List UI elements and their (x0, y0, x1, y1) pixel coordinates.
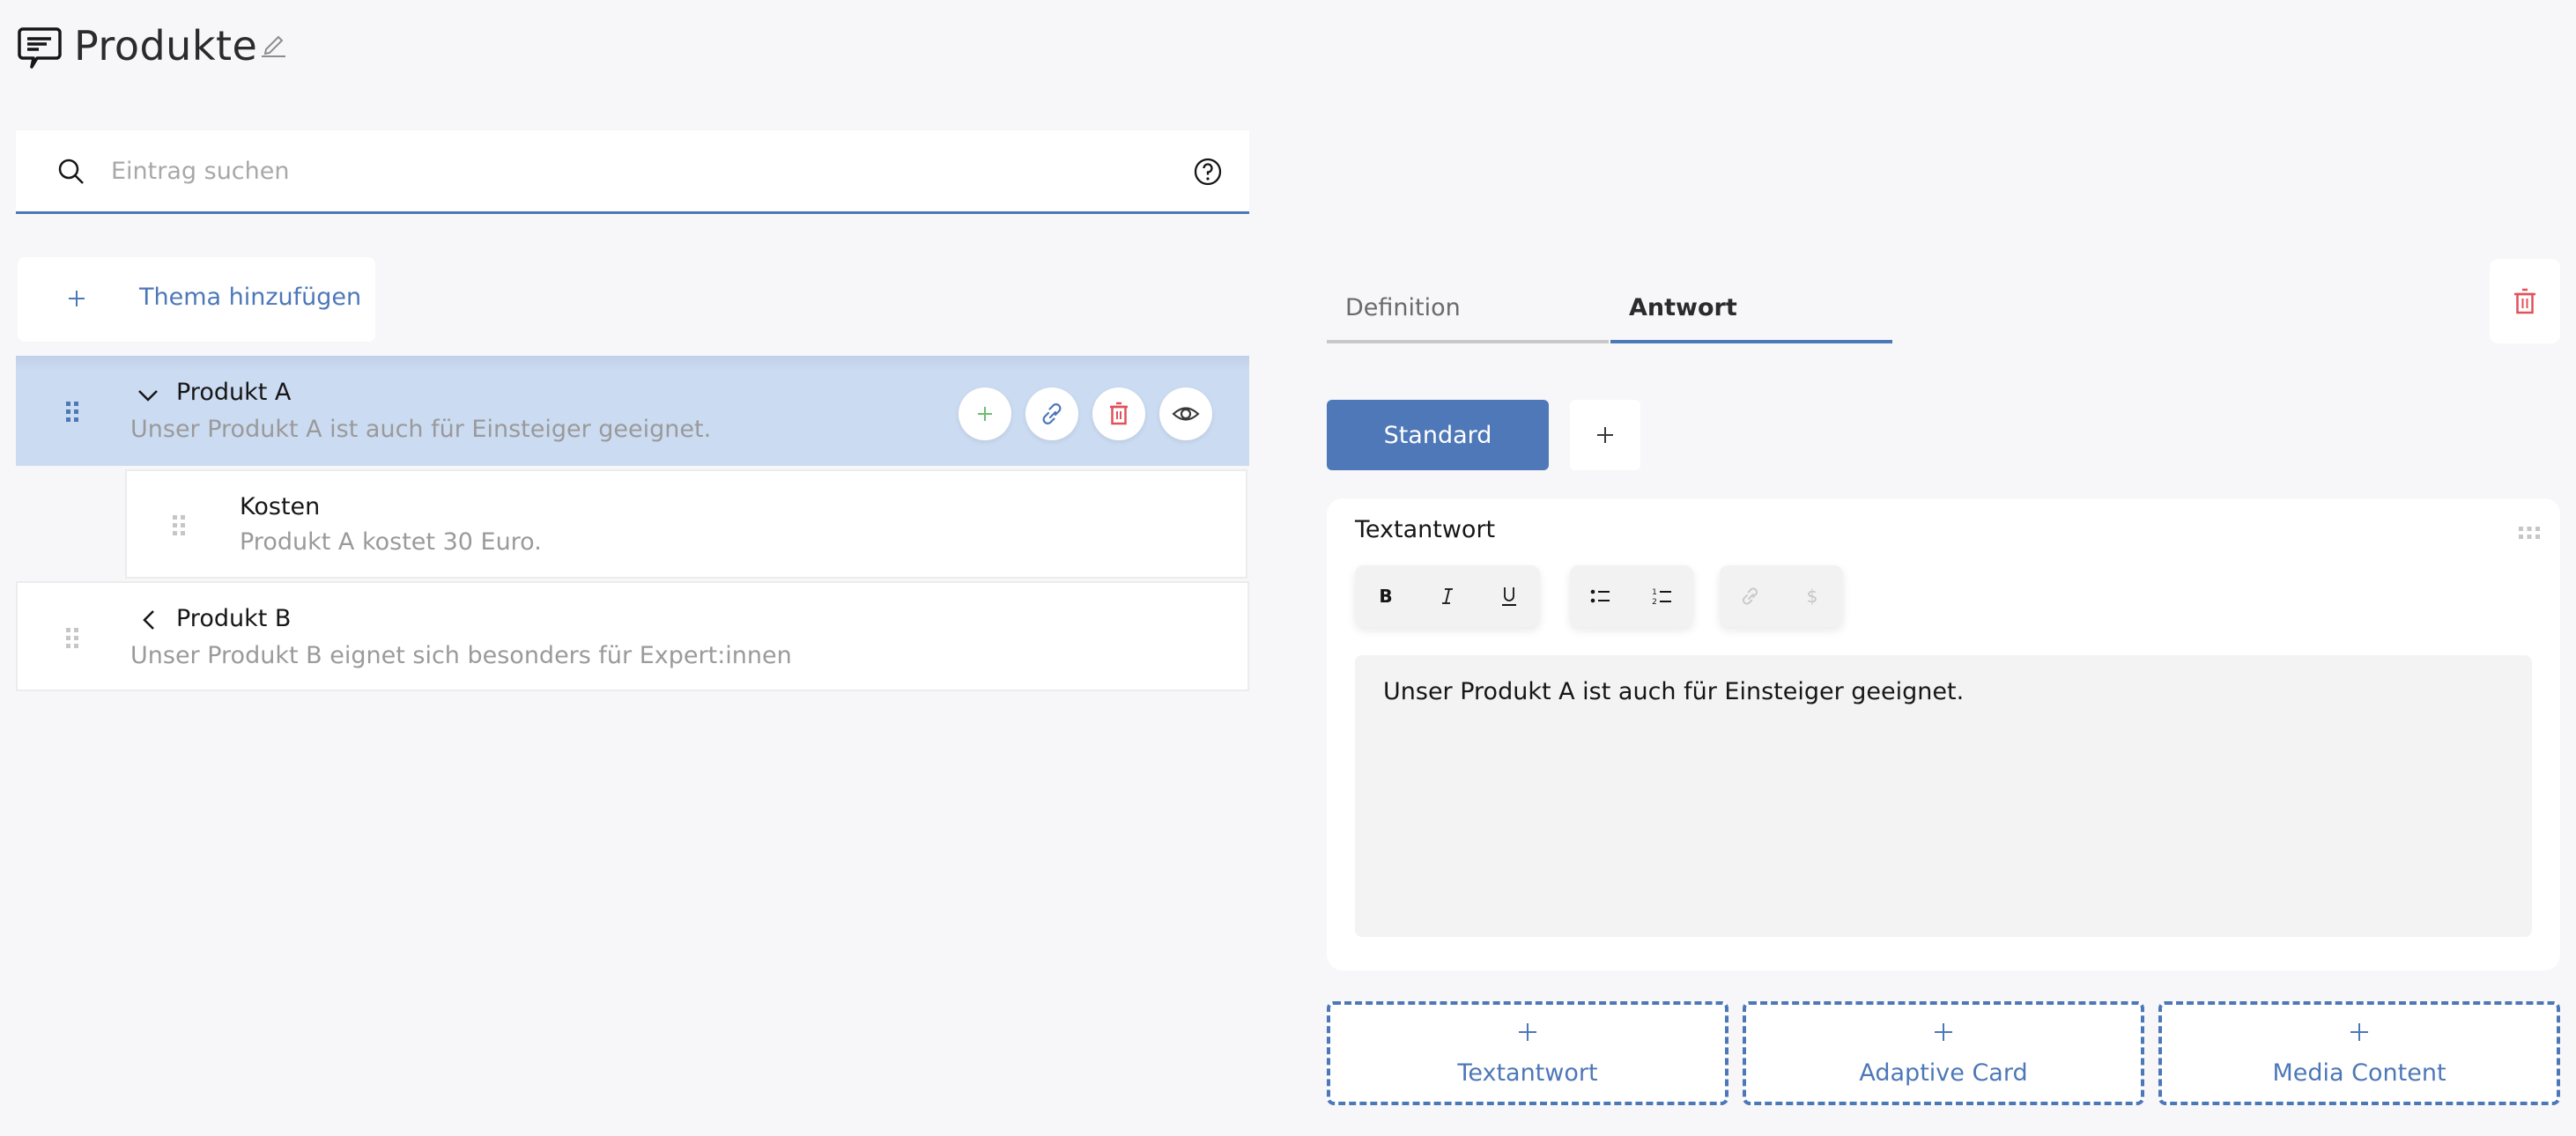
trash-icon (1110, 402, 1128, 425)
chevron-left-icon[interactable] (136, 607, 162, 633)
tab-definition[interactable]: Definition (1327, 287, 1609, 343)
tree-item-description: Unser Produkt B eignet sich besonders fü… (130, 642, 792, 669)
page-title: Produkte (74, 22, 258, 70)
tab-label: Antwort (1629, 294, 1737, 321)
drag-handle-icon[interactable] (64, 400, 80, 424)
underline-button[interactable] (1478, 565, 1540, 627)
italic-icon (1442, 588, 1453, 604)
svg-text:1: 1 (1652, 588, 1657, 597)
pencil-icon[interactable] (259, 32, 287, 58)
drag-handle-icon[interactable] (64, 626, 80, 651)
chat-bubble-icon (18, 26, 62, 69)
search-bar (16, 130, 1249, 214)
add-child-button[interactable] (959, 387, 1011, 440)
tab-antwort[interactable]: Antwort (1610, 287, 1892, 343)
tab-indicator (1327, 340, 1609, 343)
numbered-list-icon: 12 (1652, 588, 1671, 607)
link-button[interactable] (1025, 387, 1078, 440)
chevron-down-icon[interactable] (135, 382, 161, 409)
italic-button[interactable] (1417, 565, 1478, 627)
insert-toolbar-group: $ (1720, 565, 1843, 627)
tree-item-description: Produkt A kostet 30 Euro. (240, 528, 542, 556)
delete-button[interactable] (1092, 387, 1145, 440)
add-block-label: Adaptive Card (1859, 1059, 2028, 1087)
plus-icon (63, 285, 90, 312)
svg-text:B: B (1379, 586, 1392, 607)
plus-icon (1935, 1023, 1952, 1041)
search-input[interactable] (111, 150, 1168, 192)
add-topic-button[interactable]: Thema hinzufügen (18, 257, 375, 342)
tree-item-description: Unser Produkt A ist auch für Einsteiger … (130, 416, 712, 443)
plus-icon (1519, 1023, 1536, 1041)
drag-handle-icon[interactable] (2518, 525, 2541, 541)
tree-item-produkt-a[interactable]: Produkt A Unser Produkt A ist auch für E… (16, 356, 1249, 466)
card-title: Textantwort (1355, 516, 1496, 543)
link-icon (1743, 587, 1758, 605)
add-media-content-button[interactable]: Media Content (2158, 1001, 2560, 1105)
add-topic-label: Thema hinzufügen (139, 284, 362, 311)
text-answer-card: Textantwort B 12 $ Unser Produkt A ist a… (1327, 498, 2560, 970)
tab-indicator (1610, 340, 1892, 343)
bold-button[interactable]: B (1355, 565, 1417, 627)
add-adaptive-card-button[interactable]: Adaptive Card (1743, 1001, 2144, 1105)
link-button[interactable] (1720, 565, 1781, 627)
add-variant-button[interactable] (1570, 400, 1640, 470)
plus-icon (1597, 427, 1613, 443)
text-answer-editor[interactable]: Unser Produkt A ist auch für Einsteiger … (1355, 655, 2532, 937)
svg-text:$: $ (1807, 586, 1818, 607)
delete-entry-button[interactable] (2490, 259, 2560, 343)
dollar-icon: $ (1807, 586, 1818, 607)
list-toolbar-group: 12 (1570, 565, 1693, 627)
plus-icon (978, 407, 992, 421)
tree-item-kosten[interactable]: Kosten Produkt A kostet 30 Euro. (125, 469, 1247, 579)
tab-label: Definition (1345, 294, 1461, 321)
numbered-list-button[interactable]: 12 (1632, 565, 1693, 627)
bullet-list-icon (1590, 589, 1610, 603)
tree-item-title: Produkt A (176, 379, 292, 406)
tree-item-produkt-b[interactable]: Produkt B Unser Produkt B eignet sich be… (16, 581, 1249, 691)
variable-button[interactable]: $ (1781, 565, 1843, 627)
link-icon (1042, 403, 1062, 424)
trash-icon (2514, 288, 2535, 314)
add-text-answer-button[interactable]: Textantwort (1327, 1001, 1728, 1105)
help-icon[interactable] (1193, 157, 1223, 187)
drag-handle-icon[interactable] (171, 513, 187, 538)
search-icon (56, 157, 86, 187)
format-toolbar-group: B (1355, 565, 1540, 627)
preview-button[interactable] (1159, 387, 1212, 440)
add-block-label: Media Content (2272, 1059, 2446, 1087)
tree-item-title: Kosten (240, 493, 321, 520)
underline-icon (1502, 587, 1516, 606)
eye-icon (1172, 407, 1200, 421)
variant-standard-button[interactable]: Standard (1327, 400, 1549, 470)
bold-icon: B (1379, 586, 1392, 607)
add-block-label: Textantwort (1457, 1059, 1598, 1087)
svg-text:2: 2 (1652, 598, 1657, 607)
plus-icon (2350, 1023, 2368, 1041)
tree-item-title: Produkt B (176, 605, 292, 632)
bullet-list-button[interactable] (1570, 565, 1632, 627)
